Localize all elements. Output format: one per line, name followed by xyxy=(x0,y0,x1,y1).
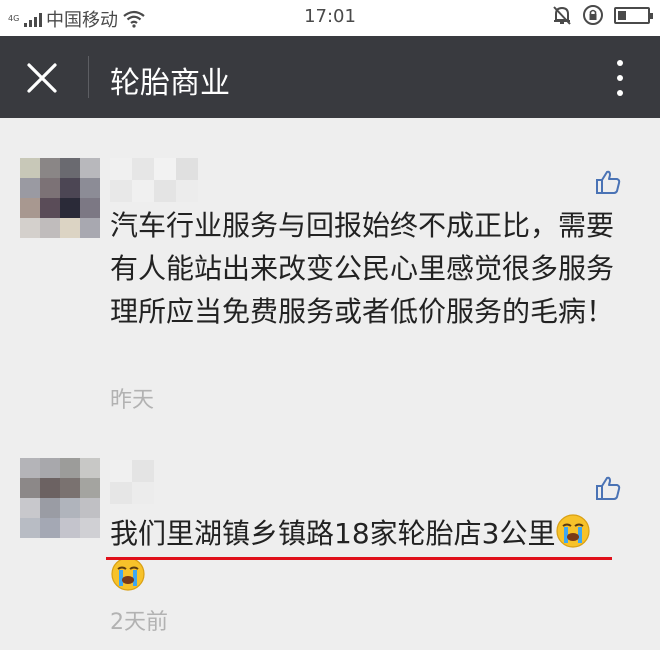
author-name-obscured-row2 xyxy=(110,482,154,504)
author-name-obscured[interactable] xyxy=(110,158,198,180)
comment-item: 汽车行业服务与回报始终不成正比，需要有人能站出来改变公民心里感觉很多服务理所应当… xyxy=(0,118,660,428)
author-name-obscured[interactable] xyxy=(110,460,154,482)
more-vertical-icon xyxy=(617,60,623,66)
battery-icon xyxy=(614,6,653,24)
page-title: 轮胎商业 xyxy=(110,66,230,101)
comment-time: 昨天 xyxy=(110,388,155,413)
comment-text-content: 我们里湖镇乡镇路18家轮胎店3公里 xyxy=(110,517,556,550)
comment-text: 我们里湖镇乡镇路18家轮胎店3公里 xyxy=(110,512,630,598)
close-button[interactable] xyxy=(20,56,64,100)
mute-bell-icon xyxy=(553,6,571,25)
crying-face-emoji xyxy=(556,514,591,548)
comment-text: 汽车行业服务与回报始终不成正比，需要有人能站出来改变公民心里感觉很多服务理所应当… xyxy=(110,209,615,328)
rotation-lock-icon xyxy=(583,5,603,25)
avatar[interactable] xyxy=(20,458,100,538)
more-button[interactable] xyxy=(610,56,630,100)
comment-item: 我们里湖镇乡镇路18家轮胎店3公里 2天前 xyxy=(0,428,660,650)
status-bar: 4G 中国移动 17:01 xyxy=(0,0,660,36)
status-right xyxy=(552,4,653,26)
close-icon xyxy=(27,63,57,93)
author-name-obscured-row2 xyxy=(110,180,198,202)
avatar[interactable] xyxy=(20,158,100,238)
comment-time: 2天前 xyxy=(110,610,168,635)
thumbs-up-icon[interactable] xyxy=(594,474,622,502)
thumbs-up-icon[interactable] xyxy=(594,168,622,196)
crying-face-emoji xyxy=(111,557,145,591)
nav-divider xyxy=(88,56,89,98)
highlight-underline xyxy=(106,557,612,560)
nav-bar: 轮胎商业 xyxy=(0,36,660,118)
